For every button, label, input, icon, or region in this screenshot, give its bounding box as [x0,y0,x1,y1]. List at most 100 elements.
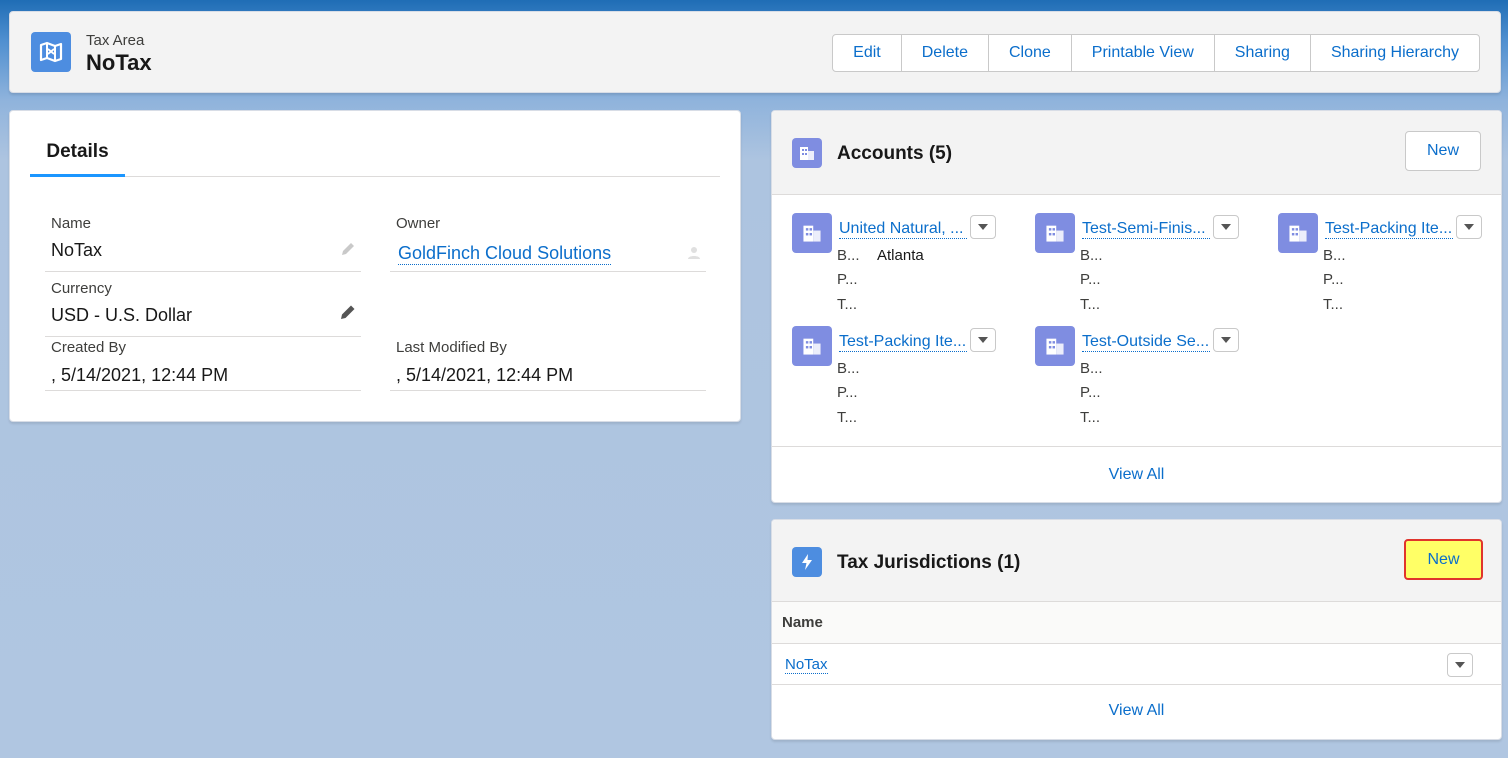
last-modified-label: Last Modified By [396,339,507,356]
owner-field: Owner GoldFinch Cloud Solutions [390,212,706,272]
tax-jurisdictions-related-list: Tax Jurisdictions (1) New Name NoTax Vie… [771,519,1502,740]
account-field-row: P... [837,384,858,401]
lightning-bolt-icon [792,547,822,577]
account-field-row: T... [837,296,857,313]
account-field-row: P... [1323,271,1344,288]
accounts-view-all-link[interactable]: View All [772,446,1501,502]
currency-value: USD - U.S. Dollar [51,305,193,325]
chevron-down-icon [978,224,988,230]
delete-button[interactable]: Delete [902,35,989,71]
table-header-row: Name [772,602,1501,644]
account-name-link[interactable]: Test-Semi-Finis... [1082,220,1210,239]
account-name-link[interactable]: Test-Packing Ite... [1325,220,1453,239]
account-actions-dropdown[interactable] [970,328,996,352]
tab-details[interactable]: Details [30,133,125,177]
account-field-label: P... [1080,271,1101,288]
account-field-row: T... [1080,409,1100,426]
account-tile: Test-Outside Se... B... P... T... [1035,326,1255,436]
account-field-row: P... [1080,271,1101,288]
account-field-label: B... [1323,247,1346,264]
change-owner-icon[interactable] [684,244,702,262]
account-building-icon [792,213,832,253]
account-field-label: T... [837,409,858,426]
edit-pencil-icon[interactable] [339,303,357,321]
account-building-icon [1035,326,1075,366]
account-field-row: B... [1323,247,1346,264]
last-modified-field: Last Modified By , 5/14/2021, 12:44 PM [390,331,706,391]
account-field-label: B... [1080,360,1103,377]
details-panel: Details Name NoTax Owner GoldFinch Cloud… [9,110,741,422]
account-name-link[interactable]: Test-Packing Ite... [839,333,967,352]
account-tile: Test-Semi-Finis... B... P... T... [1035,213,1255,323]
tax-area-map-icon [31,32,71,72]
account-field-label: P... [837,271,858,288]
account-field-label: T... [1323,296,1344,313]
account-name-link[interactable]: Test-Outside Se... [1082,333,1210,352]
name-label: Name [51,215,92,232]
account-tile: Test-Packing Ite... B... P... T... [792,326,1012,436]
created-by-label: Created By [51,339,127,356]
chevron-down-icon [1221,337,1231,343]
sharing-button[interactable]: Sharing [1215,35,1311,71]
new-tax-jurisdiction-button[interactable]: New [1404,539,1483,580]
account-field-row: T... [1323,296,1343,313]
chevron-down-icon [1455,662,1465,668]
accounts-header: Accounts (5) New [772,111,1501,195]
name-field: Name NoTax [45,212,361,272]
printable-view-button[interactable]: Printable View [1072,35,1215,71]
edit-button[interactable]: Edit [833,35,902,71]
edit-pencil-icon[interactable] [339,240,357,258]
account-field-row: B... Atlanta [837,247,924,264]
account-tile: United Natural, ... B... Atlanta P... T... [792,213,1012,323]
account-building-icon [1278,213,1318,253]
account-building-icon [792,138,822,168]
account-field-value: Atlanta [877,247,924,264]
account-field-label: P... [1323,271,1344,288]
account-actions-dropdown[interactable] [970,215,996,239]
tax-jurisdiction-link[interactable]: NoTax [785,656,828,674]
account-actions-dropdown[interactable] [1213,215,1239,239]
chevron-down-icon [978,337,988,343]
table-row: NoTax [772,644,1501,685]
name-value: NoTax [51,240,103,260]
account-field-label: B... [837,360,860,377]
account-actions-dropdown[interactable] [1456,215,1482,239]
currency-label: Currency [51,280,112,297]
row-actions-dropdown[interactable] [1447,653,1473,677]
last-modified-value: , 5/14/2021, 12:44 PM [396,365,574,385]
account-field-row: T... [1080,296,1100,313]
account-field-row: B... [837,360,860,377]
accounts-related-list: Accounts (5) New United Natural, ... B...… [771,110,1502,503]
account-building-icon [1035,213,1075,253]
action-button-group: Edit Delete Clone Printable View Sharing… [832,34,1480,72]
account-field-row: B... [1080,247,1103,264]
sharing-hierarchy-button[interactable]: Sharing Hierarchy [1311,35,1479,71]
created-by-field: Created By , 5/14/2021, 12:44 PM [45,331,361,391]
created-by-value: , 5/14/2021, 12:44 PM [51,365,229,385]
owner-link[interactable]: GoldFinch Cloud Solutions [398,243,612,265]
account-field-row: P... [837,271,858,288]
account-actions-dropdown[interactable] [1213,328,1239,352]
account-building-icon [792,326,832,366]
account-field-label: P... [837,384,858,401]
column-header-name[interactable]: Name [782,614,823,631]
account-field-label: B... [837,247,860,264]
account-field-row: B... [1080,360,1103,377]
account-field-label: B... [1080,247,1103,264]
tab-bar: Details [30,133,720,177]
tax-jurisdictions-header: Tax Jurisdictions (1) New [772,520,1501,602]
record-header: Tax Area NoTax Edit Delete Clone Printab… [9,11,1501,93]
account-field-label: P... [1080,384,1101,401]
clone-button[interactable]: Clone [989,35,1072,71]
tax-jurisdictions-title[interactable]: Tax Jurisdictions (1) [837,552,1020,574]
record-title: NoTax [86,50,152,75]
account-field-label: T... [1080,409,1101,426]
tax-jurisdictions-view-all-link[interactable]: View All [772,683,1501,739]
chevron-down-icon [1464,224,1474,230]
new-account-button[interactable]: New [1405,131,1481,171]
account-name-link[interactable]: United Natural, ... [839,220,967,239]
accounts-title[interactable]: Accounts (5) [837,143,952,165]
account-field-label: T... [1080,296,1101,313]
chevron-down-icon [1221,224,1231,230]
account-field-label: T... [837,296,858,313]
